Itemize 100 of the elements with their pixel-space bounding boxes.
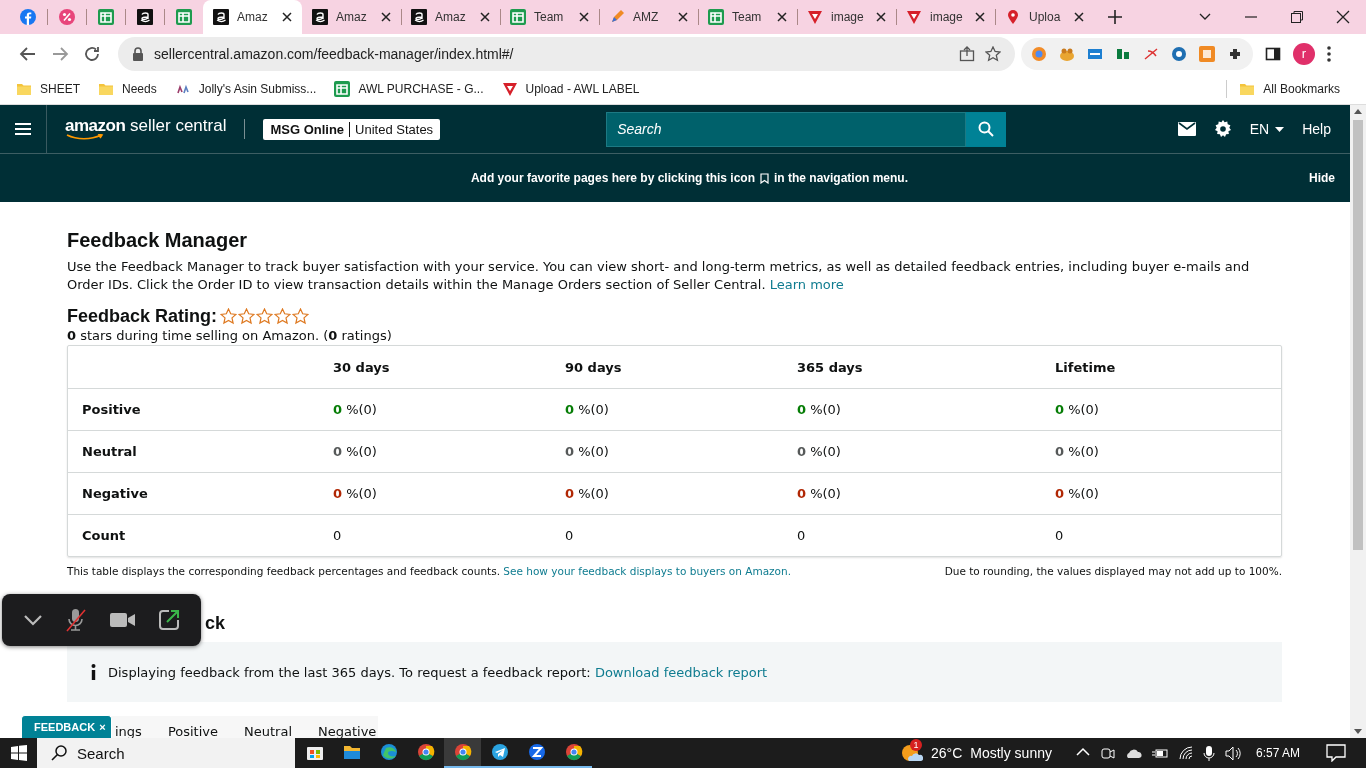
column-header: 90 days: [565, 359, 622, 375]
feedback-tab[interactable]: FEEDBACK ×: [21, 715, 112, 739]
menu-icon[interactable]: [15, 122, 31, 136]
taskbar-app[interactable]: [444, 738, 481, 768]
browser-tab[interactable]: image: [896, 0, 995, 34]
mic-muted-icon[interactable]: [65, 608, 88, 632]
star-icon[interactable]: [985, 45, 1001, 62]
round-icon: [58, 9, 75, 25]
bookmark[interactable]: Upload - AWL LABEL: [501, 80, 648, 97]
address-bar[interactable]: sellercentral.amazon.com/feedback-manager/index.html#/: [118, 36, 1015, 71]
chevron-down-icon[interactable]: [23, 614, 44, 626]
table-cell: 0 %(0): [333, 444, 377, 459]
forward-icon[interactable]: [51, 44, 69, 63]
filter-tab[interactable]: ings: [115, 724, 142, 738]
browser-tab[interactable]: image: [797, 0, 896, 34]
microphone-icon[interactable]: [1202, 744, 1215, 762]
caret-down-icon[interactable]: [1275, 126, 1285, 132]
more-icon[interactable]: [1327, 45, 1331, 62]
plus-icon[interactable]: [1108, 10, 1122, 24]
close-icon[interactable]: [282, 12, 292, 22]
notifications-icon[interactable]: [1326, 744, 1346, 762]
settings-icon[interactable]: [1213, 120, 1232, 138]
browser-tab[interactable]: Amaz: [401, 0, 500, 34]
close-icon[interactable]: [678, 12, 688, 22]
weather-condition: Mostly sunny: [970, 745, 1052, 761]
language-selector[interactable]: EN: [1249, 121, 1285, 137]
hide-link[interactable]: Hide: [1309, 171, 1335, 185]
browser-icon[interactable]: [564, 743, 583, 761]
browser-tab[interactable]: Team: [500, 0, 599, 34]
browser-tab[interactable]: Amaz: [203, 0, 302, 34]
paper-plane-icon[interactable]: [490, 743, 509, 761]
search-icon: [51, 745, 67, 761]
search-button[interactable]: [966, 111, 1007, 147]
close-icon[interactable]: [1336, 10, 1350, 24]
browser-tab[interactable]: Amaz: [302, 0, 401, 34]
profile-avatar[interactable]: r: [1293, 42, 1315, 65]
mail-icon[interactable]: [1177, 122, 1196, 136]
table-cell: 0 %(0): [565, 444, 609, 459]
back-icon[interactable]: [19, 44, 37, 63]
close-icon[interactable]: [975, 12, 985, 22]
app-logo[interactable]: amazon seller central: [65, 118, 227, 140]
bookmark[interactable]: Jolly's Asin Submiss...: [174, 80, 325, 97]
learn-more-link[interactable]: Learn more: [769, 277, 844, 292]
bookmark[interactable]: SHEET: [16, 80, 88, 97]
download-report-link[interactable]: Download feedback report: [594, 664, 768, 680]
scroll-up-icon[interactable]: [1354, 109, 1362, 114]
camera-icon[interactable]: [109, 612, 136, 628]
share-screen-icon[interactable]: [157, 609, 180, 631]
feedback-display-link[interactable]: See how your feedback displays to buyers on Amazon.: [503, 565, 792, 577]
bookmark[interactable]: Needs: [98, 80, 165, 97]
search-field[interactable]: Search: [37, 738, 295, 768]
help-link[interactable]: Help: [1302, 121, 1331, 137]
close-icon[interactable]: [480, 12, 490, 22]
scroll-down-icon[interactable]: [1354, 729, 1362, 734]
close-icon[interactable]: [777, 12, 787, 22]
folder-icon[interactable]: [342, 743, 361, 761]
filter-tab[interactable]: Negative: [318, 724, 377, 738]
swirl-icon[interactable]: [379, 743, 398, 761]
slash-icon[interactable]: [1143, 45, 1159, 62]
clock[interactable]: 6:57 AM: [1255, 746, 1300, 760]
share-icon[interactable]: [959, 45, 975, 62]
triangle-icon: [501, 80, 518, 97]
star-icon: [238, 308, 256, 325]
sidebar-icon[interactable]: [1265, 45, 1281, 62]
square-icon: [213, 9, 229, 25]
store-selector[interactable]: MSG Online United States: [263, 118, 441, 140]
volume-icon[interactable]: [1223, 744, 1242, 762]
section-title: ck: [205, 613, 226, 634]
table-cell: 0: [797, 528, 806, 543]
triangle-icon: [906, 9, 922, 25]
browser-icon[interactable]: [453, 743, 472, 761]
close-icon[interactable]: [381, 12, 391, 22]
round-icon[interactable]: [527, 743, 546, 761]
browser-tab[interactable]: AMZ: [599, 0, 698, 34]
restore-icon[interactable]: [1290, 10, 1304, 24]
ring-icon[interactable]: [1171, 45, 1187, 62]
browser-tab[interactable]: Team: [698, 0, 797, 34]
bookmark[interactable]: AWL PURCHASE - G...: [334, 80, 492, 97]
wifi-icon[interactable]: [1177, 744, 1194, 762]
bookmark[interactable]: All Bookmarks: [1239, 80, 1348, 97]
search-field[interactable]: Search: [606, 111, 967, 147]
filter-tab[interactable]: Neutral: [244, 724, 292, 738]
browser-tab[interactable]: Uploa: [995, 0, 1094, 34]
filter-tab[interactable]: Positive: [167, 724, 218, 738]
close-icon[interactable]: [1074, 12, 1084, 22]
reload-icon[interactable]: [83, 44, 101, 63]
star-icon: [292, 308, 310, 325]
browser-icon[interactable]: [416, 743, 435, 761]
close-icon[interactable]: [579, 12, 589, 22]
page-title: Feedback Manager: [67, 229, 248, 252]
rating-label: Feedback Rating:: [67, 306, 218, 327]
table-cell: 0 %(0): [797, 444, 841, 459]
notification-badge: 1: [910, 739, 922, 751]
star-icon: [256, 308, 274, 325]
table-cell: 0 %(0): [1055, 444, 1099, 459]
close-icon[interactable]: [876, 12, 886, 22]
scrollbar-thumb[interactable]: [1353, 120, 1363, 550]
ring-icon[interactable]: [1031, 45, 1047, 62]
square-icon: [312, 9, 328, 25]
windows-icon[interactable]: [10, 745, 27, 761]
